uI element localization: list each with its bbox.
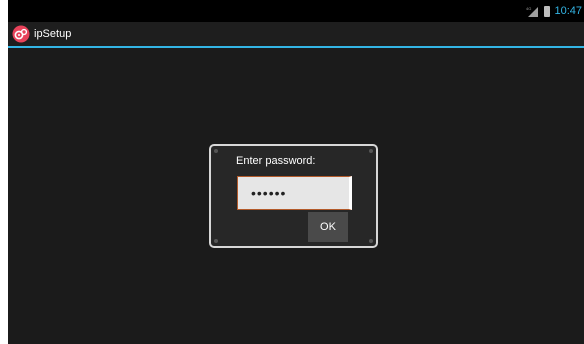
signal-icon: 4G (526, 6, 539, 17)
ok-button[interactable]: OK (308, 212, 348, 242)
battery-icon (544, 5, 551, 17)
device-screen: 4G 10:47 ipSetup Enter password: •••••• … (8, 0, 584, 344)
dialog-corner-screw (369, 239, 373, 243)
status-time: 10:47 (554, 5, 582, 17)
status-bar: 4G 10:47 (8, 0, 584, 22)
action-bar: ipSetup (8, 22, 584, 48)
ipsetup-logo-icon[interactable] (12, 25, 30, 43)
app-title: ipSetup (34, 28, 72, 40)
dialog-corner-screw (369, 149, 373, 153)
svg-text:4G: 4G (526, 6, 531, 11)
dialog-corner-screw (214, 239, 218, 243)
password-dialog: Enter password: •••••• OK (209, 144, 378, 248)
password-field[interactable]: •••••• (237, 176, 352, 210)
status-indicators: 4G 10:47 (526, 4, 582, 18)
dialog-corner-screw (214, 149, 218, 153)
password-prompt-label: Enter password: (236, 155, 316, 167)
